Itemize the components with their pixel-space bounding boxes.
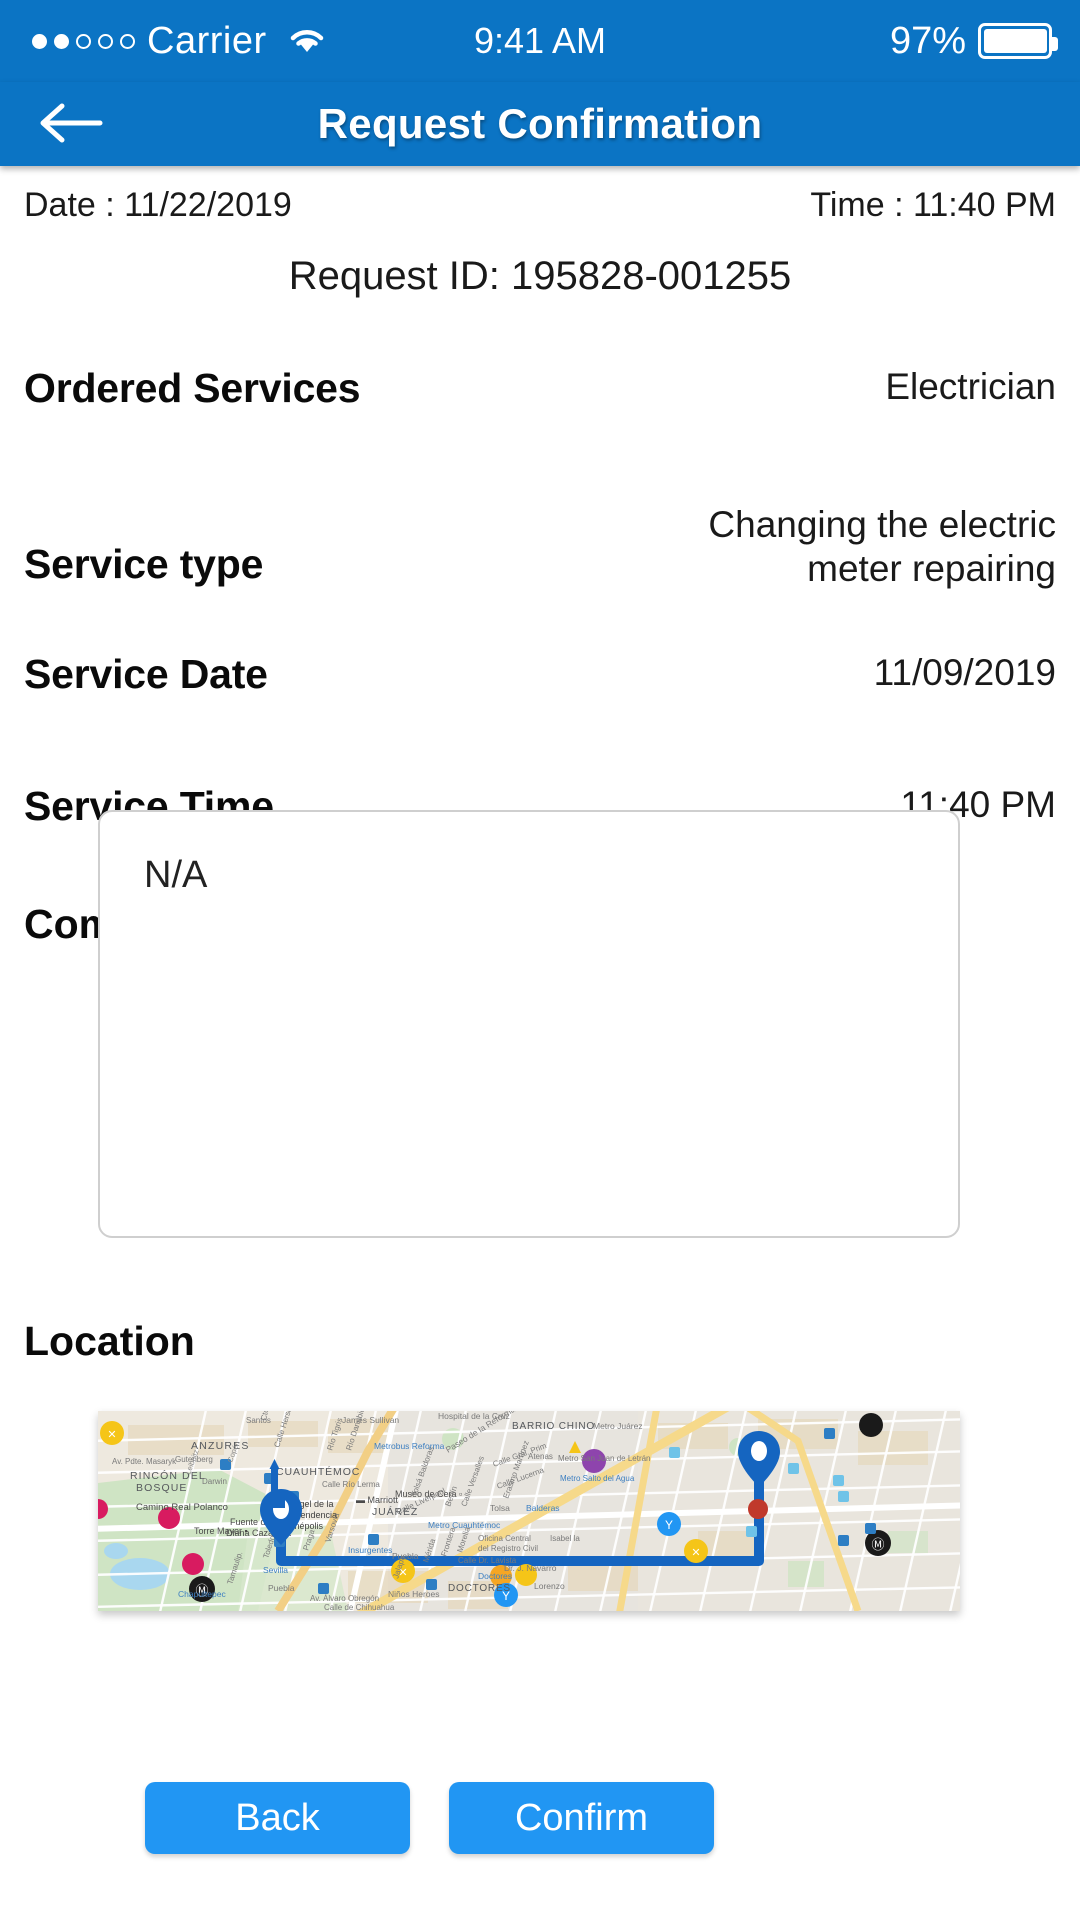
svg-text:Calle Río Lerma: Calle Río Lerma (322, 1480, 380, 1489)
svg-text:CUAUHTÉMOC: CUAUHTÉMOC (276, 1465, 360, 1478)
svg-text:Av. Pdte. Masaryk: Av. Pdte. Masaryk (112, 1457, 177, 1466)
svg-text:BOSQUE: BOSQUE (136, 1482, 188, 1494)
status-bar-right: 97% (890, 0, 1052, 82)
svg-text:Darwin: Darwin (202, 1477, 227, 1486)
detail-label: Ordered Services (24, 365, 360, 412)
svg-text:Tolsa: Tolsa (490, 1503, 510, 1513)
svg-text:Metro Juárez: Metro Juárez (593, 1421, 643, 1431)
svg-text:James Sullivan: James Sullivan (342, 1415, 399, 1425)
battery-percent-label: 97% (890, 20, 966, 63)
svg-text:Puebla: Puebla (268, 1583, 295, 1593)
svg-text:Santos: Santos (246, 1416, 271, 1425)
svg-text:✕: ✕ (107, 1429, 116, 1441)
svg-text:Atenas: Atenas (528, 1452, 553, 1461)
svg-text:Metro Salto del Agua: Metro Salto del Agua (560, 1474, 635, 1483)
svg-text:Metro San Juan de Letrán: Metro San Juan de Letrán (558, 1454, 651, 1463)
back-action-button[interactable]: Back (145, 1782, 410, 1854)
svg-text:RINCÓN DEL: RINCÓN DEL (130, 1469, 206, 1482)
detail-row-ordered-services: Ordered Services Electrician (0, 365, 1080, 461)
svg-text:Chapultepec: Chapultepec (178, 1589, 226, 1599)
battery-icon (978, 23, 1052, 59)
status-bar: Carrier 9:41 AM 97% (0, 0, 1080, 82)
confirm-button[interactable]: Confirm (449, 1782, 714, 1854)
svg-text:Doctores: Doctores (478, 1571, 512, 1581)
location-map[interactable]: ✕ ✕ ✕ Y Y Ⓜ Ⓜ (98, 1411, 960, 1611)
svg-text:▬ Marriott: ▬ Marriott (356, 1495, 399, 1505)
svg-text:Av. Álvaro Obregón: Av. Álvaro Obregón (310, 1594, 379, 1603)
details-list: Ordered Services Electrician Service typ… (0, 365, 1080, 879)
request-date: Date : 11/22/2019 (24, 186, 292, 225)
detail-value: Electrician (885, 365, 1056, 409)
svg-text:ANZURES: ANZURES (191, 1440, 250, 1452)
detail-row-service-type: Service type Changing the electric meter… (0, 493, 1080, 617)
svg-text:DOCTORES: DOCTORES (448, 1583, 511, 1594)
svg-text:Y: Y (665, 1518, 673, 1532)
svg-text:✕: ✕ (691, 1547, 700, 1559)
svg-text:Lorenzo: Lorenzo (534, 1581, 565, 1591)
svg-text:Oficina Central: Oficina Central (478, 1534, 531, 1543)
location-label: Location (24, 1318, 195, 1365)
action-buttons: Back Confirm (0, 1782, 1080, 1882)
navigation-bar: Request Confirmation (0, 82, 1080, 166)
detail-value: 11/09/2019 (874, 651, 1056, 695)
svg-text:Insurgentes: Insurgentes (348, 1545, 392, 1555)
svg-text:BARRIO CHINO: BARRIO CHINO (512, 1421, 595, 1432)
comments-input[interactable]: N/A (98, 810, 960, 1238)
svg-text:Camino Real Polanco: Camino Real Polanco (136, 1502, 228, 1513)
detail-row-service-date: Service Date 11/09/2019 (0, 651, 1080, 747)
page-title-label: Request Confirmation (318, 100, 763, 148)
svg-text:Isabel la: Isabel la (550, 1534, 580, 1543)
detail-value: Changing the electric meter repairing (626, 503, 1056, 590)
svg-text:Sevilla: Sevilla (263, 1565, 288, 1575)
svg-text:Balderas: Balderas (526, 1503, 560, 1513)
detail-label: Service type (24, 541, 263, 588)
page-title: Request Confirmation (0, 82, 1080, 166)
request-id: Request ID: 195828-001255 (0, 254, 1080, 299)
svg-text:del Registro Civil: del Registro Civil (478, 1544, 538, 1553)
map-preview: ✕ ✕ ✕ Y Y Ⓜ Ⓜ (98, 1411, 960, 1611)
svg-text:Ⓜ: Ⓜ (871, 1537, 884, 1552)
request-time: Time : 11:40 PM (810, 186, 1056, 225)
clock-label: 9:41 AM (474, 20, 606, 62)
detail-label: Service Date (24, 651, 268, 698)
meta-row: Date : 11/22/2019 Time : 11:40 PM (0, 186, 1080, 242)
svg-text:Calle de Chihuahua: Calle de Chihuahua (324, 1603, 395, 1611)
svg-text:Niños Heroes: Niños Heroes (388, 1589, 440, 1599)
